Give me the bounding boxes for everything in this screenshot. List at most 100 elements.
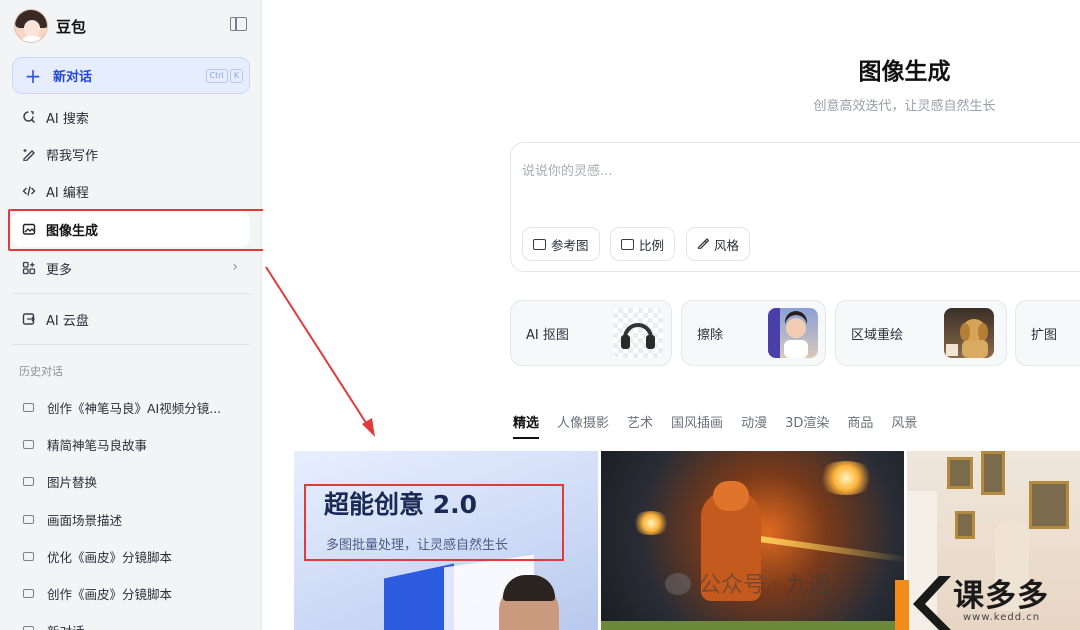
chat-bubble-icon [23,514,34,524]
history-item[interactable]: 新对话 [12,613,250,630]
sidebar-item-ai-coding[interactable]: AI 编程 [12,173,250,209]
aspect-ratio-icon [621,238,634,250]
main-panel: 图像生成 创意高效迭代，让灵感自然生长 说说你的灵感... 参考图 比例 风格 … [263,0,1080,630]
history-item-label: 创作《画皮》分镜脚本 [47,586,173,602]
decorative-strip [601,621,904,630]
annotation-highlight-box [304,484,564,561]
tool-card-ai-cutout[interactable]: AI 抠图 [510,300,672,366]
tool-card-label: 扩图 [1031,327,1058,343]
sidebar-item-label: 帮我写作 [46,148,99,164]
sidebar-item-cloud-drive[interactable]: AI 云盘 [12,301,250,337]
chat-bubble-icon [23,476,34,486]
history-item[interactable]: 画面场景描述 [12,502,250,536]
code-icon [21,183,37,199]
tab-portrait[interactable]: 人像摄影 [557,412,609,439]
tool-card-erase[interactable]: 擦除 [681,300,826,366]
chat-bubble-icon [23,588,34,598]
history-item[interactable]: 创作《画皮》分镜脚本 [12,576,250,610]
reference-image-icon [533,238,546,250]
style-button[interactable]: 风格 [686,227,751,261]
brand-name: 豆包 [56,17,87,36]
page-title: 图像生成 [858,59,951,85]
history-item-label: 新对话 [47,621,85,630]
feature-card[interactable]: 超能创意 2.0 多图批量处理，让灵感自然生长 [294,451,598,630]
history-item-label: 精简神笔马良故事 [47,437,148,453]
watermark-text: 公众号 · 九週 [699,573,830,598]
explosion-effect [816,461,876,495]
avatar [14,9,48,43]
tab-anime[interactable]: 动漫 [741,412,767,439]
aspect-ratio-button[interactable]: 比例 [610,227,676,261]
tab-3d-render[interactable]: 3D渲染 [785,412,829,439]
divider [12,293,250,294]
category-tabs: 精选 人像摄影 艺术 国风插画 动漫 3D渲染 商品 风景 [513,412,935,439]
explosion-effect [631,511,671,535]
tool-card-outpaint[interactable]: 扩图 [1015,300,1080,366]
shortcut-hint: Ctrl K [205,69,243,83]
watermark: 公众号 · 九週 [665,567,830,599]
grid-plus-icon [21,260,37,276]
page-subtitle: 创意高效迭代，让灵感自然生长 [813,99,996,114]
shortcut-key-k: K [229,69,243,83]
tab-product[interactable]: 商品 [847,412,873,439]
prompt-box[interactable]: 说说你的灵感... 参考图 比例 风格 [510,142,1080,272]
history-item-label: 优化《画皮》分镜脚本 [47,549,173,565]
history-item[interactable]: 创作《神笔马良》AI视频分镜... [12,390,250,424]
pen-sparkle-icon [21,146,37,162]
page-header: 图像生成 创意高效迭代，让灵感自然生长 [263,0,1080,130]
picture-frame [955,511,975,539]
history-item[interactable]: 图片替换 [12,464,250,498]
divider [12,344,250,345]
chip-label: 比例 [639,237,665,253]
wechat-icon [665,573,691,595]
logo-text: 课多多 [953,578,1049,614]
chat-bubble-icon [23,439,34,449]
tab-chinese-illustration[interactable]: 国风插画 [671,412,723,439]
logo-url: www.kedd.cn [963,612,1041,623]
brush-icon [697,237,710,252]
history-item[interactable]: 优化《画皮》分镜脚本 [12,539,250,573]
picture-frame [1029,481,1069,529]
sidebar-item-image-generation[interactable]: 图像生成 [12,211,250,247]
portrait-figure [499,575,559,630]
sidebar-item-ai-search[interactable]: AI 搜索 [12,99,250,135]
sidebar-item-writing[interactable]: 帮我写作 [12,136,250,172]
sidebar-toggle-icon[interactable] [230,17,247,31]
history-item-label: 图片替换 [47,474,98,490]
tool-card-label: AI 抠图 [526,327,569,343]
tool-card-label: 擦除 [697,327,724,343]
history-item[interactable]: 精简神笔马良故事 [12,427,250,461]
tool-card-inpaint[interactable]: 区域重绘 [835,300,1007,366]
sidebar-item-more[interactable]: 更多 › [12,250,250,286]
reference-image-button[interactable]: 参考图 [522,227,600,261]
sidebar-item-label: 更多 [46,262,73,278]
sidebar-item-label: AI 云盘 [46,313,89,329]
sidebar-item-label: AI 编程 [46,185,89,201]
history-item-label: 创作《神笔马良》AI视频分镜... [47,400,222,416]
chat-bubble-icon [23,402,34,412]
logo-k-icon [891,566,951,630]
new-chat-label: 新对话 [53,70,93,85]
sidebar: 豆包 + 新对话 Ctrl K AI 搜索 帮我写作 AI 编程 图像生成 更多… [0,0,262,630]
tab-featured[interactable]: 精选 [513,412,540,439]
image-sparkle-icon [21,221,37,237]
history-section-title: 历史对话 [19,365,63,378]
cloud-drive-icon [21,311,37,327]
chat-bubble-icon [23,551,34,561]
chevron-right-icon: › [232,259,238,275]
tab-landscape[interactable]: 风景 [891,412,917,439]
prompt-input[interactable]: 说说你的灵感... [522,160,612,179]
headphones-thumbnail [613,308,663,358]
brand[interactable]: 豆包 [14,9,86,43]
chip-label: 风格 [714,237,740,253]
sidebar-item-label: 图像生成 [46,223,99,239]
portrait-thumbnail [768,308,818,358]
gallery-image-sci-fi[interactable] [601,451,904,630]
laser-beam [751,534,904,564]
history-item-label: 画面场景描述 [47,512,123,528]
tool-card-label: 区域重绘 [851,327,904,343]
shortcut-key-ctrl: Ctrl [205,69,228,83]
new-chat-button[interactable]: + 新对话 Ctrl K [12,57,250,94]
sidebar-item-label: AI 搜索 [46,111,89,127]
tab-art[interactable]: 艺术 [627,412,653,439]
